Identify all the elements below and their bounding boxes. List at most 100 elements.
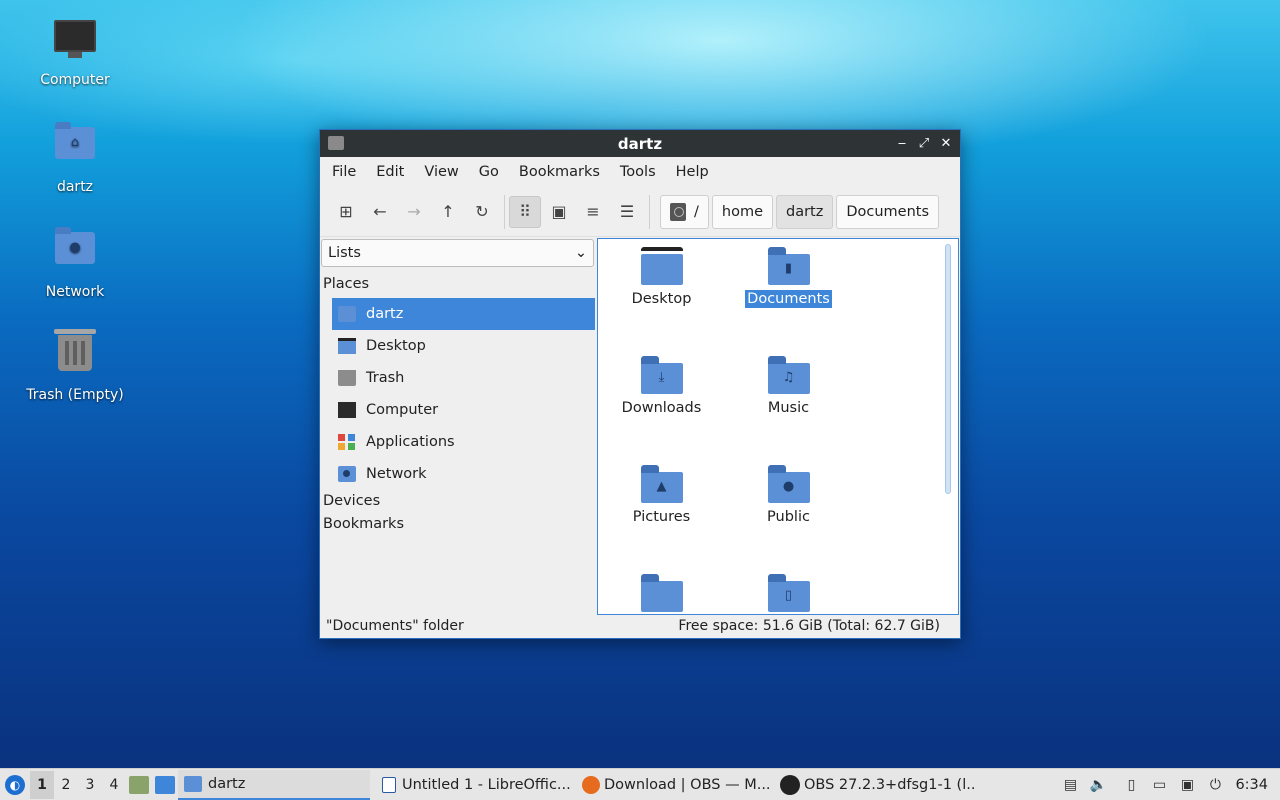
sidebar-item-network[interactable]: Network bbox=[332, 458, 595, 490]
file-name: Pictures bbox=[632, 509, 691, 525]
up-icon[interactable]: ↑ bbox=[432, 196, 464, 228]
close-button[interactable]: ✕ bbox=[936, 134, 956, 154]
reload-icon[interactable]: ↻ bbox=[466, 196, 498, 228]
detailed-list-view-icon[interactable]: ☰ bbox=[611, 196, 643, 228]
obs-icon bbox=[780, 774, 800, 795]
menu-edit[interactable]: Edit bbox=[366, 164, 414, 180]
path-button-home[interactable]: home bbox=[711, 194, 773, 229]
sidebar-item-trash[interactable]: Trash bbox=[332, 362, 595, 394]
firefox-icon bbox=[582, 775, 600, 794]
file-item-pictures[interactable]: ▲ Pictures bbox=[598, 465, 725, 526]
sidebar-item-label: Network bbox=[366, 466, 427, 482]
desktop-icon-label: dartz bbox=[56, 179, 94, 195]
bookmarks-heading[interactable]: Bookmarks bbox=[320, 516, 596, 539]
path-button-dartz[interactable]: dartz bbox=[776, 194, 834, 229]
title-bar[interactable]: dartz ‒ ⤢ ✕ bbox=[320, 130, 960, 157]
toolbar: ⊞ ← → ↑ ↻ ⠿ ▣ ≡ ☰ / home dartz Documents bbox=[320, 187, 960, 237]
back-icon[interactable]: ← bbox=[364, 196, 396, 228]
file-item-documents[interactable]: ▮ Documents bbox=[725, 247, 852, 308]
workspace-1[interactable]: 1 bbox=[30, 770, 54, 799]
start-menu-button[interactable]: ◐ bbox=[0, 770, 30, 800]
update-notifier-icon[interactable]: ▣ bbox=[1176, 772, 1198, 798]
sidebar-item-dartz[interactable]: dartz bbox=[332, 298, 595, 330]
volume-icon[interactable]: 🔈 bbox=[1087, 772, 1109, 798]
menu-view[interactable]: View bbox=[414, 164, 468, 180]
quicklaunch-show-desktop[interactable] bbox=[152, 772, 178, 798]
path-button-root[interactable]: / bbox=[660, 194, 709, 229]
workspace-4[interactable]: 4 bbox=[102, 771, 126, 799]
sidebar-item-label: Desktop bbox=[366, 338, 426, 354]
taskbar: ◐ 1 2 3 4 dartz Untitled 1 - LibreOffic.… bbox=[0, 768, 1280, 800]
folder-view[interactable]: Desktop ▮ Documents ⤓ Downloads ♫ Music … bbox=[597, 238, 959, 615]
desktop-icon-label: Computer bbox=[40, 72, 110, 88]
applications-icon bbox=[338, 434, 356, 450]
show-desktop-icon bbox=[155, 775, 175, 794]
desktop-icon-trash[interactable]: Trash (Empty) bbox=[20, 329, 130, 403]
compact-view-icon[interactable]: ≡ bbox=[577, 196, 609, 228]
menu-file[interactable]: File bbox=[322, 164, 366, 180]
desktop-icon-network[interactable]: ● Network bbox=[20, 224, 130, 300]
task-dartz[interactable]: dartz bbox=[178, 769, 370, 800]
path-label: / bbox=[694, 203, 699, 220]
new-tab-icon[interactable]: ⊞ bbox=[330, 196, 362, 228]
file-name: Downloads bbox=[621, 400, 702, 416]
file-name: Public bbox=[767, 509, 810, 525]
power-icon[interactable]: ⏻ bbox=[1204, 772, 1226, 798]
workspace-3[interactable]: 3 bbox=[78, 771, 102, 799]
task-label: OBS 27.2.3+dfsg1-1 (l... bbox=[804, 776, 974, 793]
path-button-documents[interactable]: Documents bbox=[836, 194, 940, 229]
status-free-space: Free space: 51.6 GiB (Total: 62.7 GiB) bbox=[678, 618, 940, 634]
menu-bar: File Edit View Go Bookmarks Tools Help bbox=[320, 157, 960, 187]
menu-go[interactable]: Go bbox=[469, 164, 509, 180]
sidebar-item-label: Trash bbox=[366, 370, 405, 386]
desktop-folder-icon bbox=[640, 247, 683, 285]
file-item-templates[interactable] bbox=[598, 574, 725, 614]
file-item-videos[interactable]: ▯ bbox=[725, 574, 852, 614]
desktop-icon-label: Network bbox=[45, 284, 105, 300]
sidebar-item-desktop[interactable]: Desktop bbox=[332, 330, 595, 362]
toolbar-separator bbox=[649, 194, 650, 229]
places-heading[interactable]: Places bbox=[320, 276, 596, 298]
task-libreoffice[interactable]: Untitled 1 - LibreOffic... bbox=[376, 770, 576, 800]
file-item-public[interactable]: ● Public bbox=[725, 465, 852, 526]
network-icon bbox=[338, 466, 356, 482]
trash-icon bbox=[338, 370, 356, 386]
window-title: dartz bbox=[617, 134, 663, 153]
status-bar: "Documents" folder Free space: 51.6 GiB … bbox=[320, 618, 960, 638]
pictures-folder-icon: ▲ bbox=[640, 465, 683, 503]
menu-help[interactable]: Help bbox=[666, 164, 719, 180]
folder-icon bbox=[184, 775, 202, 792]
task-label: Download | OBS — M... bbox=[604, 776, 771, 793]
workspace-2[interactable]: 2 bbox=[54, 771, 78, 799]
file-item-music[interactable]: ♫ Music bbox=[725, 356, 852, 417]
keyboard-layout-icon[interactable]: ▤ bbox=[1059, 772, 1081, 798]
network-status-icon[interactable]: ▭ bbox=[1148, 772, 1170, 798]
task-obs[interactable]: OBS 27.2.3+dfsg1-1 (l... bbox=[774, 770, 974, 800]
thumbnail-view-icon[interactable]: ▣ bbox=[543, 196, 575, 228]
icon-view-icon[interactable]: ⠿ bbox=[509, 195, 541, 228]
home-icon bbox=[338, 306, 356, 322]
desktop-icon-home[interactable]: ⌂ dartz bbox=[20, 119, 130, 195]
clipboard-icon[interactable]: ▯ bbox=[1120, 772, 1142, 798]
devices-heading[interactable]: Devices bbox=[320, 493, 596, 516]
desktop-icon-computer[interactable]: Computer bbox=[20, 14, 130, 88]
task-firefox[interactable]: Download | OBS — M... bbox=[576, 770, 774, 800]
forward-icon[interactable]: → bbox=[398, 196, 430, 228]
home-folder-icon: ⌂ bbox=[51, 122, 99, 175]
quicklaunch-file-manager[interactable] bbox=[126, 772, 152, 798]
sidebar-item-applications[interactable]: Applications bbox=[332, 426, 595, 458]
status-selection: "Documents" folder bbox=[326, 618, 464, 634]
vertical-scrollbar[interactable] bbox=[945, 244, 951, 494]
menu-tools[interactable]: Tools bbox=[610, 164, 666, 180]
maximize-button[interactable]: ⤢ bbox=[914, 134, 934, 154]
toolbar-separator bbox=[504, 194, 505, 229]
file-item-downloads[interactable]: ⤓ Downloads bbox=[598, 356, 725, 417]
side-pane-mode-select[interactable]: Lists ⌄ bbox=[321, 239, 594, 267]
network-folder-icon: ● bbox=[51, 227, 99, 280]
clock[interactable]: 6:34 bbox=[1229, 777, 1280, 793]
menu-bookmarks[interactable]: Bookmarks bbox=[509, 164, 610, 180]
minimize-button[interactable]: ‒ bbox=[892, 134, 912, 154]
file-item-desktop[interactable]: Desktop bbox=[598, 247, 725, 308]
sidebar-item-computer[interactable]: Computer bbox=[332, 394, 595, 426]
drive-icon bbox=[670, 202, 686, 221]
